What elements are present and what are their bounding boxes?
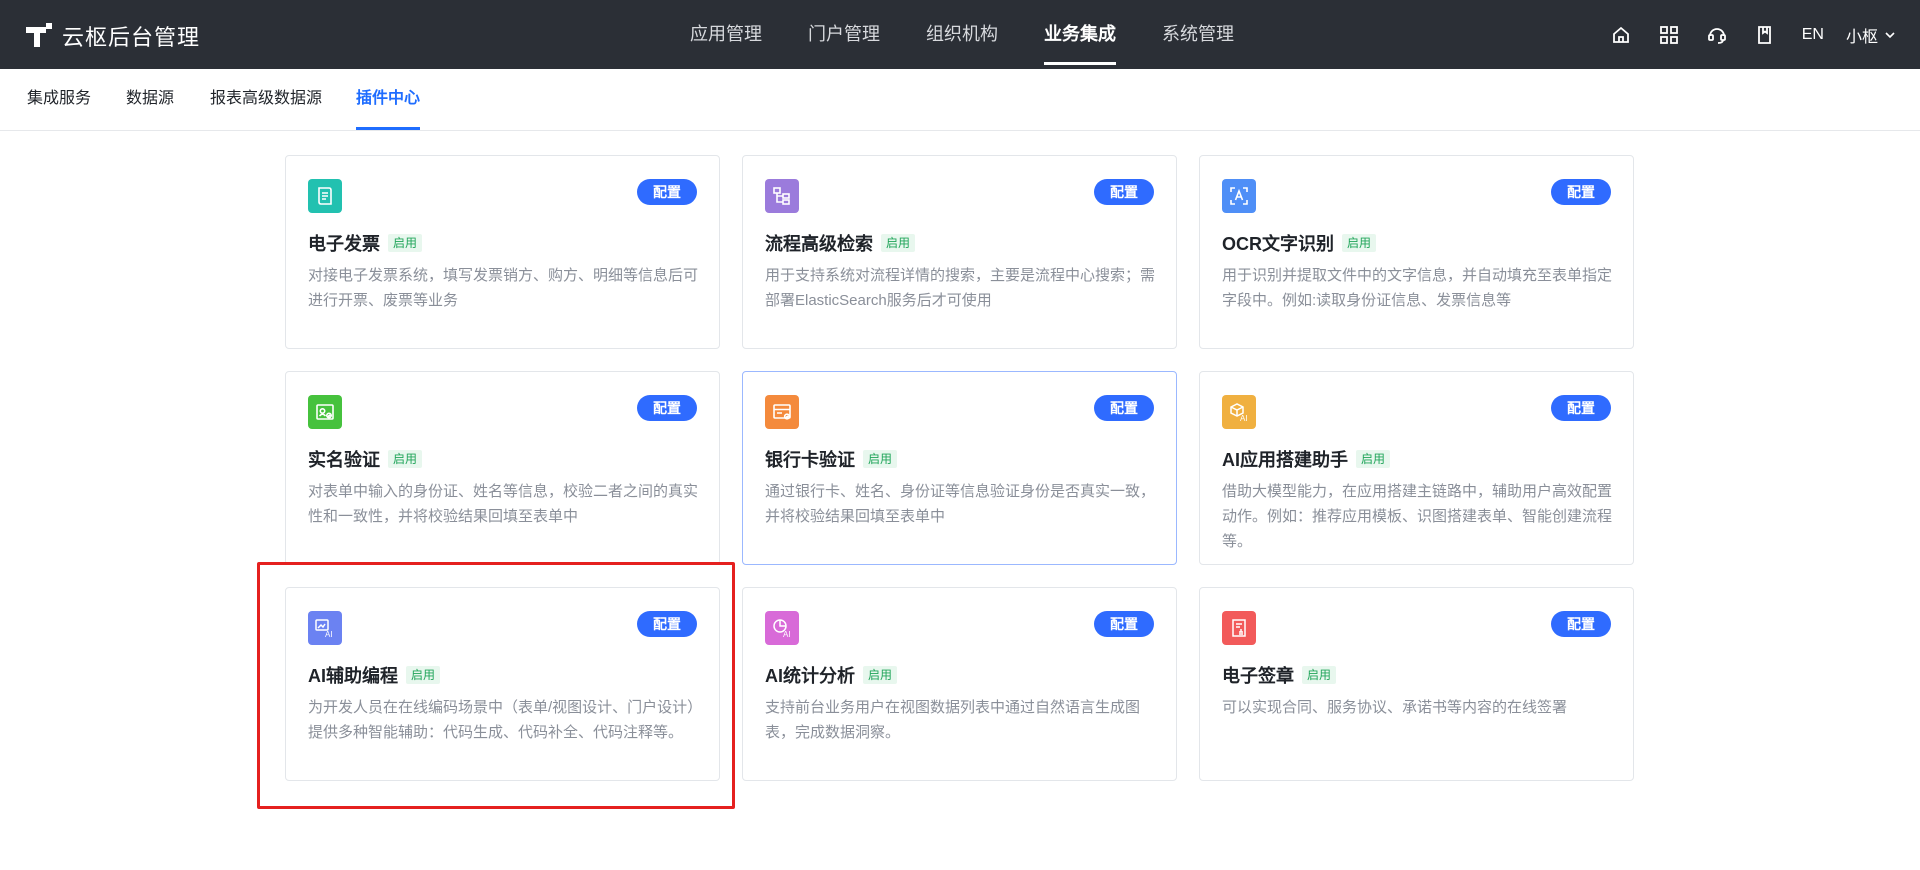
nav-item-portal-management[interactable]: 门户管理: [808, 0, 880, 69]
plugin-card-e-seal: 配置 电子签章 启用 可以实现合同、服务协议、承诺书等内容的在线签署: [1199, 587, 1634, 781]
tab-plugin-center[interactable]: 插件中心: [356, 69, 421, 130]
svg-text:AI: AI: [1240, 414, 1248, 423]
plugin-description: 为开发人员在在线编码场景中（表单/视图设计、门户设计）提供多种智能辅助：代码生成…: [308, 699, 695, 741]
svg-text:AI: AI: [783, 630, 791, 639]
status-badge: 启用: [863, 450, 898, 468]
main-nav: 应用管理 门户管理 组织机构 业务集成 系统管理: [690, 0, 1280, 69]
config-button[interactable]: 配置: [637, 179, 697, 205]
plugin-description: 可以实现合同、服务协议、承诺书等内容的在线签署: [1222, 699, 1568, 716]
plugin-card-ai-analytics: AI 配置 AI统计分析 启用 支持前台业务用户在视图数据列表中通过自然语言生成…: [742, 587, 1177, 781]
flow-search-icon: [765, 179, 799, 213]
status-badge: 启用: [1342, 234, 1377, 252]
ocr-icon: [1222, 179, 1256, 213]
status-badge: 启用: [1302, 666, 1337, 684]
logo-icon: [26, 23, 52, 47]
top-navbar: 云枢后台管理 应用管理 门户管理 组织机构 业务集成 系统管理 EN 小枢: [0, 0, 1920, 69]
user-menu[interactable]: 小枢: [1846, 23, 1896, 47]
home-icon[interactable]: [1610, 24, 1632, 46]
plugin-description: 借助大模型能力，在应用搭建主链路中，辅助用户高效配置动作。例如：推荐应用模板、识…: [1222, 483, 1613, 550]
ai-code-icon: AI: [308, 611, 342, 645]
plugin-card-e-invoice: 配置 电子发票 启用 对接电子发票系统，填写发票销方、购方、明细等信息后可进行开…: [285, 155, 720, 349]
status-badge: 启用: [1356, 450, 1391, 468]
status-badge: 启用: [406, 666, 441, 684]
plugin-title: AI统计分析: [765, 666, 855, 686]
ai-chart-icon: AI: [765, 611, 799, 645]
plugin-description: 对表单中输入的身份证、姓名等信息，校验二者之间的真实性和一致性，并将校验结果回填…: [308, 483, 699, 525]
plugin-description: 通过银行卡、姓名、身份证等信息验证身份是否真实一致，并将校验结果回填至表单中: [765, 483, 1156, 525]
config-button[interactable]: 配置: [1551, 611, 1611, 637]
grid-icon[interactable]: [1658, 24, 1680, 46]
config-button[interactable]: 配置: [1094, 611, 1154, 637]
plugin-card-flow-search: 配置 流程高级检索 启用 用于支持系统对流程详情的搜索，主要是流程中心搜索；需部…: [742, 155, 1177, 349]
plugin-title: 实名验证: [308, 450, 380, 470]
status-badge: 启用: [863, 666, 898, 684]
plugin-description: 对接电子发票系统，填写发票销方、购方、明细等信息后可进行开票、废票等业务: [308, 267, 699, 309]
tab-data-source[interactable]: 数据源: [126, 69, 174, 127]
plugin-card-ocr: 配置 OCR文字识别 启用 用于识别并提取文件中的文字信息，并自动填充至表单指定…: [1199, 155, 1634, 349]
plugin-title: 电子签章: [1222, 666, 1294, 686]
user-name: 小枢: [1845, 28, 1878, 46]
language-switch[interactable]: EN: [1802, 26, 1824, 44]
invoice-icon: [308, 179, 342, 213]
nav-item-system-management[interactable]: 系统管理: [1162, 0, 1234, 69]
config-button[interactable]: 配置: [1551, 179, 1611, 205]
plugin-title: 电子发票: [308, 234, 380, 254]
config-button[interactable]: 配置: [637, 611, 697, 637]
seal-icon: [1222, 611, 1256, 645]
config-button[interactable]: 配置: [1551, 395, 1611, 421]
config-button[interactable]: 配置: [1094, 395, 1154, 421]
chevron-down-icon: [1885, 31, 1895, 38]
config-button[interactable]: 配置: [637, 395, 697, 421]
brand[interactable]: 云枢后台管理: [26, 20, 200, 52]
plugin-title: OCR文字识别: [1222, 234, 1334, 254]
bank-card-icon: [765, 395, 799, 429]
plugin-description: 用于识别并提取文件中的文字信息，并自动填充至表单指定字段中。例如:读取身份证信息…: [1222, 267, 1613, 309]
sub-tabs: 集成服务 数据源 报表高级数据源 插件中心: [0, 69, 1920, 131]
status-badge: 启用: [388, 450, 423, 468]
plugin-card-ai-app-builder: AI 配置 AI应用搭建助手 启用 借助大模型能力，在应用搭建主链路中，辅助用户…: [1199, 371, 1634, 565]
nav-item-app-management[interactable]: 应用管理: [690, 0, 762, 69]
plugin-title: 银行卡验证: [765, 450, 855, 470]
plugin-title: 流程高级检索: [765, 234, 873, 254]
tab-report-advanced-source[interactable]: 报表高级数据源: [210, 69, 322, 127]
plugin-description: 支持前台业务用户在视图数据列表中通过自然语言生成图表，完成数据洞察。: [765, 699, 1141, 741]
svg-text:AI: AI: [325, 630, 333, 639]
book-icon[interactable]: [1754, 24, 1776, 46]
nav-item-business-integration[interactable]: 业务集成: [1044, 0, 1116, 69]
plugin-card-bank-card: 配置 银行卡验证 启用 通过银行卡、姓名、身份证等信息验证身份是否真实一致，并将…: [742, 371, 1177, 565]
headset-icon[interactable]: [1706, 24, 1728, 46]
status-badge: 启用: [881, 234, 916, 252]
nav-item-organization[interactable]: 组织机构: [926, 0, 998, 69]
plugin-description: 用于支持系统对流程详情的搜索，主要是流程中心搜索；需部署ElasticSearc…: [765, 267, 1156, 309]
ai-cube-icon: AI: [1222, 395, 1256, 429]
plugin-card-ai-coding: AI 配置 AI辅助编程 启用 为开发人员在在线编码场景中（表单/视图设计、门户…: [285, 587, 720, 781]
plugin-title: AI应用搭建助手: [1222, 450, 1348, 470]
top-right-tools: EN 小枢: [1584, 0, 1896, 69]
plugin-card-real-name: 配置 实名验证 启用 对表单中输入的身份证、姓名等信息，校验二者之间的真实性和一…: [285, 371, 720, 565]
id-card-icon: [308, 395, 342, 429]
status-badge: 启用: [388, 234, 423, 252]
tab-integration-service[interactable]: 集成服务: [27, 69, 91, 127]
app-title: 云枢后台管理: [62, 25, 201, 50]
plugin-title: AI辅助编程: [308, 666, 398, 686]
config-button[interactable]: 配置: [1094, 179, 1154, 205]
